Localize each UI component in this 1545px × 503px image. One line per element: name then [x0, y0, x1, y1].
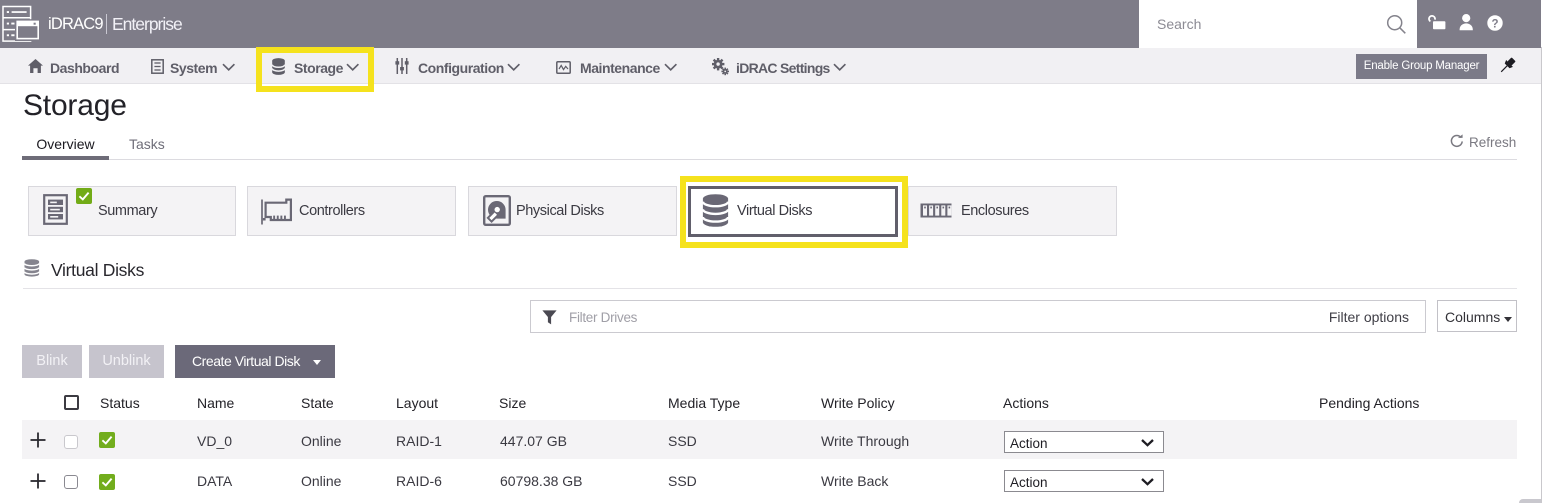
- svg-text:?: ?: [1491, 18, 1498, 30]
